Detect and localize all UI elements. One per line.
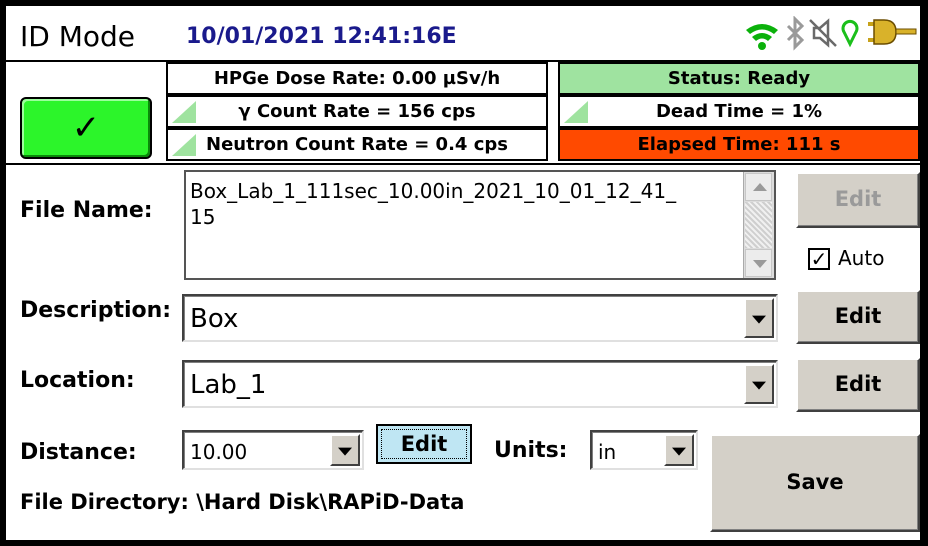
neutron-indicator-icon [172, 134, 196, 156]
save-button[interactable]: Save [710, 434, 920, 532]
wifi-icon [746, 24, 778, 50]
location-dropdown-button[interactable] [744, 364, 774, 404]
file-name-label: File Name: [20, 198, 153, 223]
auto-checkbox[interactable]: ✓ [808, 248, 830, 270]
description-dropdown-button[interactable] [744, 298, 774, 338]
distance-select[interactable]: 10.00 [182, 430, 364, 470]
mode-title: ID Mode [20, 20, 136, 53]
units-value: in [598, 440, 617, 464]
location-pin-icon [841, 19, 859, 48]
scroll-down-button[interactable] [745, 249, 772, 277]
location-value: Lab_1 [190, 370, 267, 400]
check-icon: ✓ [810, 247, 828, 271]
neutron-count-rate-box: Neutron Count Rate = 0.4 cps [166, 128, 548, 161]
neutron-count-rate-text: Neutron Count Rate = 0.4 cps [206, 134, 508, 155]
distance-label: Distance: [20, 440, 137, 465]
power-plug-icon [868, 19, 917, 45]
dead-time-box: Dead Time = 1% [558, 95, 920, 128]
speaker-muted-icon [809, 18, 837, 48]
chevron-down-icon [752, 315, 766, 324]
description-edit-button[interactable]: Edit [796, 290, 920, 344]
status-ok-button[interactable]: ✓ [20, 97, 152, 159]
chevron-down-icon [672, 447, 686, 456]
file-name-line2: 15 [190, 205, 216, 229]
units-select[interactable]: in [590, 430, 698, 470]
file-name-textarea[interactable]: Box_Lab_1_111sec_10.00in_2021_10_01_12_4… [184, 170, 776, 280]
units-dropdown-button[interactable] [664, 434, 694, 466]
chevron-down-icon [338, 447, 352, 456]
arrow-down-icon [753, 260, 767, 268]
section-divider [6, 163, 920, 165]
file-name-text: Box_Lab_1_111sec_10.00in_2021_10_01_12_4… [190, 178, 740, 230]
gamma-count-rate-box: γ Count Rate = 156 cps [166, 95, 548, 128]
description-label: Description: [20, 298, 172, 323]
scroll-up-button[interactable] [745, 173, 772, 201]
hpge-dose-rate-box: HPGe Dose Rate: 0.00 µSv/h [166, 62, 548, 95]
bluetooth-icon [786, 16, 805, 51]
file-name-line1: Box_Lab_1_111sec_10.00in_2021_10_01_12_4… [190, 179, 677, 203]
status-box: Status: Ready [558, 62, 920, 95]
auto-label: Auto [838, 246, 885, 270]
gamma-indicator-icon [172, 101, 196, 123]
location-select[interactable]: Lab_1 [182, 360, 778, 408]
distance-dropdown-button[interactable] [330, 434, 360, 466]
file-directory: File Directory: \Hard Disk\RAPiD-Data [20, 490, 465, 514]
units-label: Units: [494, 438, 568, 463]
elapsed-time-box: Elapsed Time: 111 s [558, 128, 920, 161]
file-name-edit-button[interactable]: Edit [796, 172, 920, 228]
gamma-count-rate-text: γ Count Rate = 156 cps [238, 101, 476, 122]
arrow-up-icon [753, 183, 767, 191]
chevron-down-icon [752, 381, 766, 390]
scroll-track[interactable] [745, 202, 772, 248]
file-name-scrollbar[interactable] [743, 172, 774, 278]
dead-time-text: Dead Time = 1% [655, 101, 823, 122]
location-label: Location: [20, 368, 135, 393]
distance-edit-button[interactable]: Edit [376, 424, 472, 464]
description-value: Box [190, 304, 239, 334]
checkmark-icon: ✓ [71, 108, 101, 148]
status-icons [746, 16, 917, 51]
description-select[interactable]: Box [182, 294, 778, 342]
dead-time-indicator-icon [564, 101, 588, 123]
datetime: 10/01/2021 12:41:16E [186, 24, 457, 49]
distance-value: 10.00 [190, 440, 248, 464]
location-edit-button[interactable]: Edit [796, 358, 920, 412]
